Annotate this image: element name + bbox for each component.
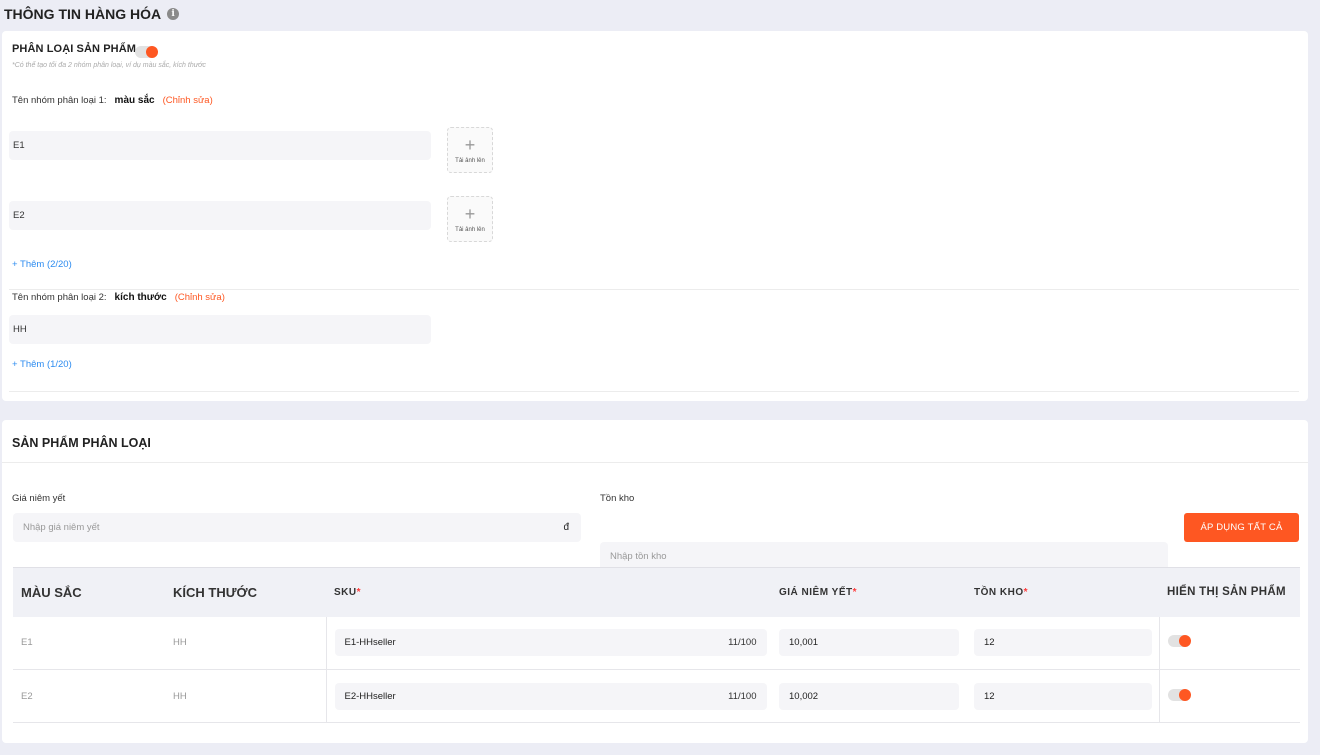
row-2-visible-cell bbox=[1158, 669, 1300, 723]
row-2-visible-toggle[interactable] bbox=[1167, 688, 1191, 701]
plus-icon: + bbox=[464, 135, 476, 155]
col-header-sku: SKU* bbox=[326, 567, 771, 617]
group-1-add-option-link[interactable]: + Thêm (2/20) bbox=[12, 259, 72, 270]
stock-placeholder: Nhập tồn kho bbox=[610, 551, 667, 562]
table-row: E2 HH E2-HHseller 11/100 10,002 12 bbox=[13, 669, 1300, 723]
row-2-sku-count: 11/100 bbox=[728, 690, 757, 702]
row-2-price-cell: 10,002 bbox=[771, 669, 966, 723]
col-header-sku-text: SKU bbox=[334, 586, 357, 598]
row-2-stock-input[interactable]: 12 bbox=[974, 682, 1152, 710]
group-1-option-2-input[interactable]: E2 bbox=[9, 201, 431, 230]
required-mark: * bbox=[356, 586, 362, 598]
row-2-price-input[interactable]: 10,002 bbox=[779, 682, 959, 710]
toggle-switch[interactable] bbox=[135, 46, 158, 58]
table-row: E1 HH E1-HHseller 11/100 10,001 12 bbox=[13, 616, 1300, 670]
page-title: THÔNG TIN HÀNG HÓA i bbox=[4, 6, 180, 22]
col-header-size: KÍCH THƯỚC bbox=[165, 567, 326, 617]
row-2-size: HH bbox=[165, 669, 326, 723]
price-placeholder: Nhập giá niêm yết bbox=[23, 522, 100, 533]
page-title-text: THÔNG TIN HÀNG HÓA bbox=[4, 6, 162, 22]
col-header-price-text: GIÁ NIÊM YẾT bbox=[779, 586, 853, 598]
variants-table: MÀU SẮC KÍCH THƯỚC SKU* GIÁ NIÊM YẾT* TỒ… bbox=[13, 567, 1300, 723]
table-header-row: MÀU SẮC KÍCH THƯỚC SKU* GIÁ NIÊM YẾT* TỒ… bbox=[13, 567, 1300, 617]
upload-label: Tải ảnh lên bbox=[455, 158, 485, 164]
col-header-color: MÀU SẮC bbox=[13, 567, 165, 617]
row-2-color: E2 bbox=[13, 669, 165, 723]
group-2-add-option-link[interactable]: + Thêm (1/20) bbox=[12, 359, 72, 370]
stock-label: Tồn kho bbox=[600, 493, 635, 504]
group-2-option-1-input[interactable]: HH bbox=[9, 315, 431, 344]
toggle-knob bbox=[1178, 688, 1191, 701]
row-2-sku-cell: E2-HHseller 11/100 bbox=[325, 669, 771, 723]
col-header-visible: HIỂN THỊ SẢN PHẨM bbox=[1159, 567, 1300, 617]
row-1-sku-input[interactable]: E1-HHseller 11/100 bbox=[334, 629, 767, 657]
variants-title-divider bbox=[2, 462, 1308, 463]
group-2-header: Tên nhóm phân loại 2: kích thước (Chỉnh … bbox=[12, 292, 225, 303]
row-1-sku-count: 11/100 bbox=[728, 637, 757, 649]
group-2-name: kích thước bbox=[114, 292, 167, 303]
row-1-price-input[interactable]: 10,001 bbox=[779, 629, 959, 657]
required-mark: * bbox=[1023, 586, 1029, 598]
group-2-edit-link[interactable]: (Chỉnh sửa) bbox=[175, 292, 225, 303]
price-input[interactable]: Nhập giá niêm yết đ bbox=[13, 513, 581, 542]
row-2-stock-cell: 12 bbox=[966, 669, 1159, 723]
row-1-stock-input[interactable]: 12 bbox=[974, 629, 1152, 657]
group-1-option-1-input[interactable]: E1 bbox=[9, 131, 431, 160]
row-1-visible-toggle[interactable] bbox=[1167, 635, 1191, 648]
classification-toggle[interactable] bbox=[135, 45, 158, 63]
row-1-color: E1 bbox=[13, 616, 165, 670]
col-header-stock: TỒN KHO* bbox=[966, 567, 1159, 617]
row-1-visible-cell bbox=[1158, 616, 1300, 670]
group-1-edit-link[interactable]: (Chỉnh sửa) bbox=[163, 95, 213, 106]
group-2-title-label: Tên nhóm phân loại 2: bbox=[12, 292, 107, 303]
toggle-knob bbox=[1178, 635, 1191, 648]
group-1-name: màu sắc bbox=[114, 95, 155, 106]
required-mark: * bbox=[852, 586, 858, 598]
price-label: Giá niêm yết bbox=[12, 493, 66, 504]
option-2-upload-button[interactable]: + Tải ảnh lên bbox=[447, 196, 493, 242]
currency-suffix: đ bbox=[563, 522, 569, 533]
group-divider bbox=[9, 289, 1299, 290]
plus-icon: + bbox=[464, 204, 476, 224]
variants-title: SẢN PHẨM PHÂN LOẠI bbox=[12, 436, 151, 450]
variants-card: SẢN PHẨM PHÂN LOẠI Giá niêm yết Nhập giá… bbox=[2, 420, 1308, 743]
row-2-sku-input[interactable]: E2-HHseller 11/100 bbox=[334, 682, 767, 710]
card-bottom-divider bbox=[9, 391, 1299, 392]
group-1-title-label: Tên nhóm phân loại 1: bbox=[12, 95, 107, 106]
group-1-header: Tên nhóm phân loại 1: màu sắc (Chỉnh sửa… bbox=[12, 95, 213, 106]
row-1-price-cell: 10,001 bbox=[771, 616, 966, 670]
option-1-upload-button[interactable]: + Tải ảnh lên bbox=[447, 127, 493, 173]
col-header-stock-text: TỒN KHO bbox=[974, 586, 1024, 598]
row-1-sku-cell: E1-HHseller 11/100 bbox=[325, 616, 771, 670]
row-1-stock-cell: 12 bbox=[966, 616, 1159, 670]
row-1-size: HH bbox=[165, 616, 326, 670]
classification-card: PHÂN LOẠI SẢN PHẨM *Có thể tạo tối đa 2 … bbox=[2, 31, 1308, 401]
upload-label: Tải ảnh lên bbox=[455, 227, 485, 233]
row-2-sku-value: E2-HHseller bbox=[344, 690, 396, 702]
col-header-price: GIÁ NIÊM YẾT* bbox=[771, 567, 966, 617]
classification-label: PHÂN LOẠI SẢN PHẨM bbox=[12, 43, 137, 55]
info-icon[interactable]: i bbox=[167, 8, 180, 20]
toggle-knob bbox=[146, 46, 158, 58]
apply-all-button[interactable]: ÁP DỤNG TẤT CẢ bbox=[1184, 513, 1299, 542]
row-1-sku-value: E1-HHseller bbox=[344, 637, 396, 649]
classification-hint: *Có thể tạo tối đa 2 nhóm phân loại, ví … bbox=[12, 62, 206, 69]
